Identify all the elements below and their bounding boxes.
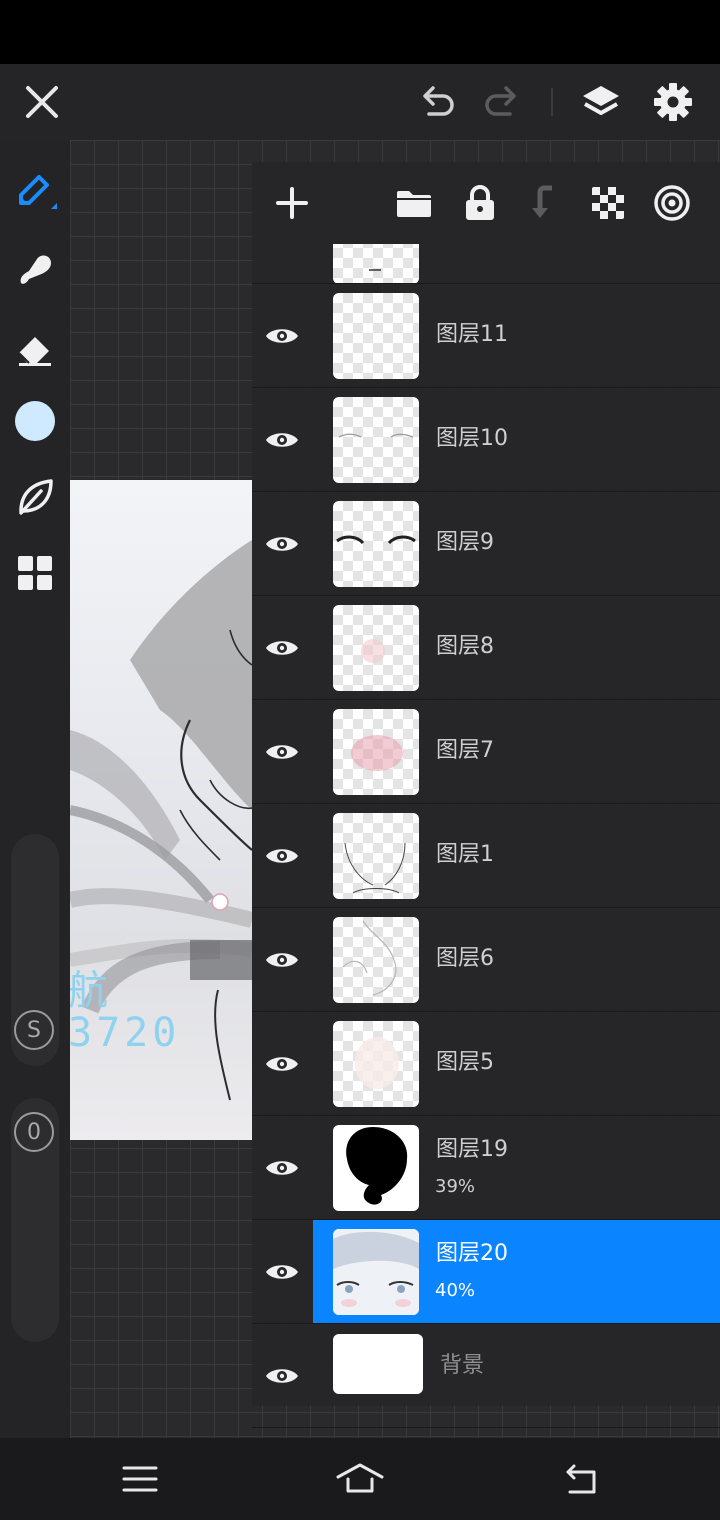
layer-opacity: 39%: [435, 1176, 476, 1197]
layer-thumbnail: [333, 501, 419, 587]
layer-name: 图层20: [436, 1241, 508, 1266]
layer-row[interactable]: 图层5: [252, 1012, 720, 1116]
layer-thumbnail: [333, 813, 419, 899]
watermark-line1: 航: [68, 968, 112, 1014]
layer-name: 背景: [440, 1353, 485, 1378]
status-bar: [0, 0, 720, 64]
layer-name: 图层1: [436, 842, 494, 867]
opacity-label: 0: [27, 1119, 41, 1145]
close-icon[interactable]: [18, 78, 66, 126]
leaf-icon[interactable]: [10, 472, 60, 522]
layer-name: 图层5: [436, 1050, 494, 1075]
layer-row[interactable]: 图层8: [252, 596, 720, 700]
layer-row[interactable]: 图层9: [252, 492, 720, 596]
gear-icon[interactable]: [649, 78, 697, 126]
grid-icon[interactable]: [10, 548, 60, 598]
layer-row[interactable]: 图层11: [252, 284, 720, 388]
eye-icon[interactable]: [262, 316, 302, 356]
pen-icon[interactable]: [10, 166, 60, 216]
eye-icon[interactable]: [262, 1148, 302, 1188]
folder-icon[interactable]: [390, 179, 438, 227]
layer-row-partial[interactable]: [252, 244, 720, 284]
tool-sidebar: S 0: [0, 140, 70, 1438]
layer-thumbnail: [333, 605, 419, 691]
top-bar: [0, 64, 720, 140]
eye-icon[interactable]: [262, 940, 302, 980]
layer-row[interactable]: 图层6: [252, 908, 720, 1012]
eye-icon[interactable]: [262, 628, 302, 668]
merge-down-icon[interactable]: [520, 179, 568, 227]
layer-thumbnail: [333, 1125, 419, 1211]
layer-thumbnail: [333, 397, 419, 483]
layer-row[interactable]: 图层7: [252, 700, 720, 804]
smudge-icon[interactable]: [10, 244, 60, 294]
checkerboard-icon[interactable]: [584, 179, 632, 227]
lock-icon[interactable]: [456, 179, 504, 227]
system-nav-bar: [0, 1438, 720, 1520]
eye-icon[interactable]: [262, 1044, 302, 1084]
layers-toolbar: [252, 162, 720, 244]
undo-icon[interactable]: [413, 78, 461, 126]
eraser-icon[interactable]: [10, 322, 60, 372]
layer-name: 图层7: [436, 738, 494, 763]
layer-name: 图层6: [436, 946, 494, 971]
layer-name: 图层19: [436, 1137, 508, 1162]
menu-icon[interactable]: [116, 1455, 164, 1503]
add-layer-icon[interactable]: [268, 179, 316, 227]
layer-name: 图层9: [436, 530, 494, 555]
target-icon[interactable]: [648, 179, 696, 227]
layer-row[interactable]: 图层1: [252, 804, 720, 908]
layer-row-background[interactable]: 背景: [252, 1324, 720, 1428]
toolbar-divider: [551, 88, 553, 116]
brush-size-knob[interactable]: S: [14, 1010, 54, 1050]
layer-thumbnail: [333, 917, 419, 1003]
home-icon[interactable]: [336, 1455, 384, 1503]
layer-name: 图层11: [436, 322, 508, 347]
eye-icon[interactable]: [262, 732, 302, 772]
redo-icon[interactable]: [478, 78, 526, 126]
layer-thumbnail: [333, 1021, 419, 1107]
eye-icon[interactable]: [262, 420, 302, 460]
eye-icon[interactable]: [262, 1252, 302, 1292]
layers-icon[interactable]: [577, 78, 625, 126]
layer-name: 图层10: [436, 426, 508, 451]
layer-thumbnail: [333, 293, 419, 379]
color-swatch[interactable]: [10, 396, 60, 446]
layer-thumbnail: [333, 1229, 419, 1315]
layer-row-selected[interactable]: 图层20 40%: [252, 1220, 720, 1324]
eye-icon[interactable]: [262, 1356, 302, 1396]
layer-name: 图层8: [436, 634, 494, 659]
eye-icon[interactable]: [262, 836, 302, 876]
layer-thumbnail: [333, 1334, 423, 1394]
layer-thumbnail: [333, 709, 419, 795]
brush-opacity-knob[interactable]: 0: [14, 1112, 54, 1152]
watermark-line2: 3720: [68, 1010, 181, 1056]
layer-opacity: 40%: [435, 1280, 476, 1301]
layer-thumbnail: [333, 244, 419, 283]
layer-row[interactable]: 图层10: [252, 388, 720, 492]
layer-row[interactable]: 图层19 39%: [252, 1116, 720, 1220]
size-label: S: [27, 1017, 41, 1043]
back-icon[interactable]: [556, 1455, 604, 1503]
eye-icon[interactable]: [262, 524, 302, 564]
watermark: 航 3720: [68, 970, 180, 1054]
